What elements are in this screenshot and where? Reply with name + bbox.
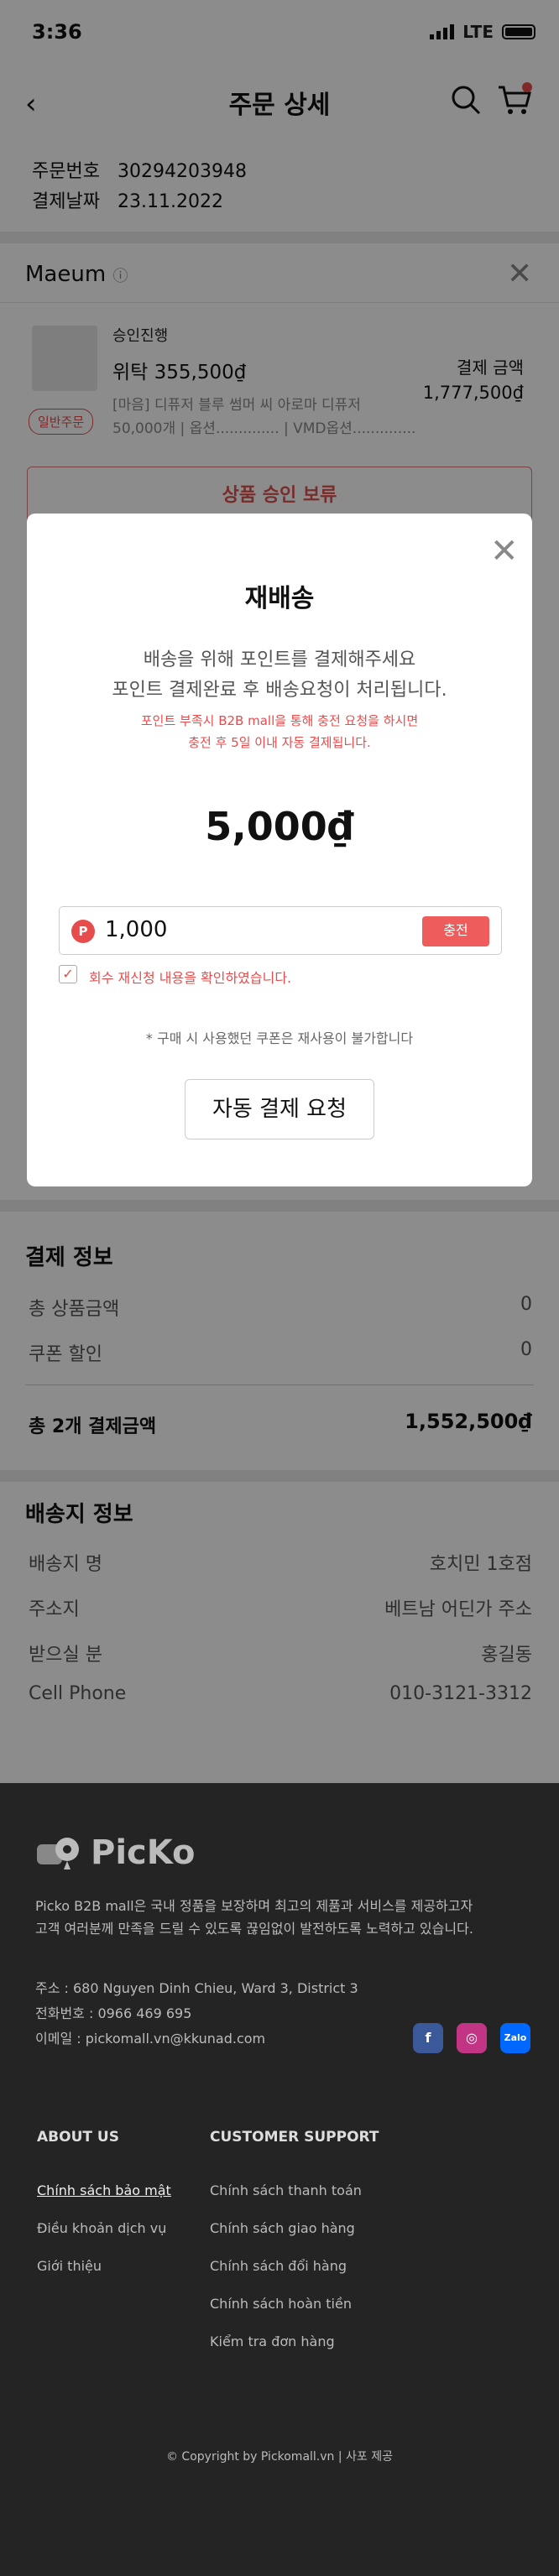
delivery-policy-link[interactable]: Chính sách giao hàng <box>210 2220 355 2236</box>
facebook-icon[interactable]: f <box>413 2023 443 2053</box>
footer-desc-1: Picko B2B mall은 국내 정품을 보장하며 최고의 제품과 서비스를… <box>35 1898 473 1914</box>
footer: PicKo Picko B2B mall은 국내 정품을 보장하며 최고의 제품… <box>0 1783 559 2576</box>
about-link[interactable]: Giới thiệu <box>37 2258 102 2274</box>
privacy-policy-link[interactable]: Chính sách bảo mật <box>37 2182 171 2198</box>
modal-warning-2: 충전 후 5일 이내 자동 결제됩니다. <box>188 735 371 750</box>
point-value[interactable]: 1,000 <box>105 917 167 942</box>
footer-desc-2: 고객 여러분께 만족을 드릴 수 있도록 끊임없이 발전하도록 노력하고 있습니… <box>35 1921 473 1937</box>
order-check-link[interactable]: Kiểm tra đơn hàng <box>210 2334 335 2349</box>
point-input-field[interactable]: P 1,000 충전 <box>59 906 502 955</box>
modal-desc-2: 포인트 결제완료 후 배송요청이 처리됩니다. <box>112 680 447 701</box>
point-icon: P <box>71 920 95 943</box>
footer-phone: 전화번호 : 0966 469 695 <box>35 2005 192 2021</box>
footer-address: 주소 : 680 Nguyen Dinh Chieu, Ward 3, Dist… <box>35 1980 358 1996</box>
charge-button[interactable]: 충전 <box>422 916 489 946</box>
about-us-heading: ABOUT US <box>37 2129 119 2146</box>
confirm-label: 회수 재신청 내용을 확인하였습니다. <box>89 970 292 986</box>
refund-policy-link[interactable]: Chính sách hoàn tiền <box>210 2296 352 2312</box>
customer-support-heading: CUSTOMER SUPPORT <box>210 2129 379 2146</box>
auto-payment-request-button[interactable]: 자동 결제 요청 <box>185 1079 374 1139</box>
terms-link[interactable]: Điều khoản dịch vụ <box>37 2220 166 2236</box>
copyright: © Copyright by Pickomall.vn | 사포 제공 <box>165 2450 394 2464</box>
modal-close-icon[interactable]: ✕ <box>490 532 519 571</box>
footer-email: 이메일 : pickomall.vn@kkunad.com <box>35 2031 266 2047</box>
payment-amount: 5,000₫ <box>205 804 354 849</box>
modal-warning-1: 포인트 부족시 B2B mall을 통해 충전 요청을 하시면 <box>140 713 419 728</box>
exchange-policy-link[interactable]: Chính sách đổi hàng <box>210 2258 347 2274</box>
reship-modal: ✕ 재배송 배송을 위해 포인트를 결제해주세요 포인트 결제완료 후 배송요청… <box>27 514 532 1186</box>
confirm-checkbox[interactable]: ✓ <box>59 965 77 983</box>
zalo-icon[interactable]: Zalo <box>500 2023 530 2053</box>
picko-logo[interactable]: PicKo <box>35 1833 196 1872</box>
instagram-icon[interactable]: ◎ <box>457 2023 487 2053</box>
payment-policy-link[interactable]: Chính sách thanh toán <box>210 2182 362 2198</box>
coupon-note: * 구매 시 사용했던 쿠폰은 재사용이 불가합니다 <box>145 1030 414 1046</box>
modal-desc-1: 배송을 위해 포인트를 결제해주세요 <box>143 649 416 670</box>
logo-icon <box>37 1838 79 1869</box>
logo-text: PicKo <box>91 1833 196 1872</box>
modal-title: 재배송 <box>244 584 315 613</box>
